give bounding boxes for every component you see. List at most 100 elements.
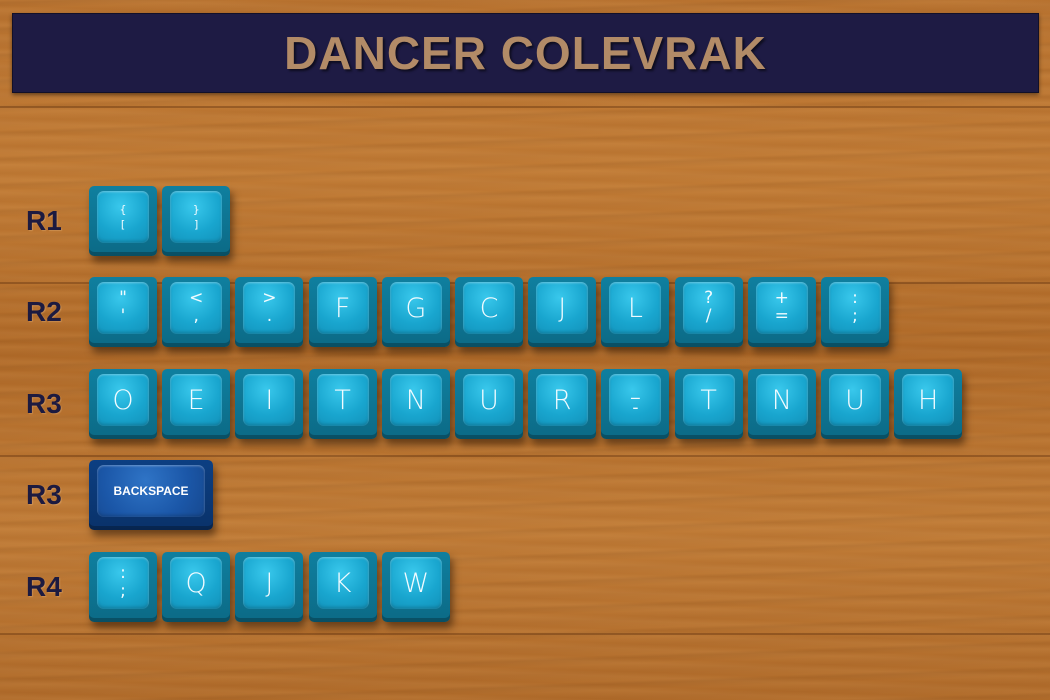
keycap-top: > .	[243, 282, 296, 334]
keycap: J	[235, 552, 304, 622]
keycap: " '	[89, 277, 157, 347]
keycap-top: { [	[97, 191, 149, 243]
keycap-legend: : ;	[852, 288, 858, 326]
keycap-top: " '	[97, 282, 149, 334]
row-label-r3: R3	[26, 388, 62, 419]
keycap: T	[674, 369, 743, 439]
page-title: DANCER COLEVRAK	[284, 27, 767, 79]
keycap-legend: F	[334, 292, 351, 324]
keycap: W	[381, 552, 450, 622]
keycap: ? /	[674, 277, 743, 347]
keycap-legend: } ]	[192, 202, 200, 231]
keycap: > .	[235, 277, 304, 347]
keycap: U	[821, 369, 889, 439]
keycap-top: U	[829, 374, 881, 426]
keycap: U	[455, 369, 523, 439]
keycap: E	[162, 369, 231, 439]
keycap-legend: R	[552, 384, 572, 416]
row-label-r1: R1	[26, 205, 62, 236]
keycap: < ,	[162, 277, 231, 347]
keycap-legend: < ,	[189, 288, 204, 326]
keycap-top: R	[536, 374, 589, 426]
keycap-top: J	[243, 557, 296, 609]
keycap-legend: T	[334, 384, 351, 416]
keycap-top: E	[170, 374, 223, 426]
keycap-legend: T	[700, 384, 717, 416]
keycap-top: O	[97, 374, 149, 426]
keycap-legend: > .	[262, 288, 277, 326]
keycap-top: : ;	[97, 557, 149, 609]
keycap: : ;	[89, 552, 157, 622]
keycap-legend: { [	[119, 202, 127, 231]
wood-plank-seam	[0, 633, 1050, 635]
keycap-legend: N	[771, 384, 792, 416]
keycap-top: J	[536, 282, 589, 334]
keycap-top: H	[902, 374, 955, 426]
keycap-top: T	[316, 374, 369, 426]
keycap-top: BACKSPACE	[97, 465, 205, 517]
keycap-top: T	[682, 374, 735, 426]
keycap-legend: C	[479, 292, 499, 324]
keycap-legend: W	[402, 567, 430, 599]
wood-plank-seam	[0, 282, 1050, 284]
keycap-legend: + =	[774, 288, 789, 326]
keycap: O	[89, 369, 157, 439]
keycap-legend: L	[627, 292, 643, 324]
keycap-top: + =	[755, 282, 808, 334]
keycap: C	[455, 277, 523, 347]
keycap-top: < ,	[170, 282, 223, 334]
keycap-top: : ;	[829, 282, 881, 334]
keycap: J	[528, 277, 597, 347]
keycap: { [	[89, 186, 157, 256]
keycap-legend: I	[265, 384, 274, 416]
keycap-legend: K	[333, 567, 352, 599]
keycap-top: G	[389, 282, 442, 334]
keycap-top: F	[316, 282, 369, 334]
keycap: : ;	[821, 277, 889, 347]
keycap: } ]	[162, 186, 231, 256]
keycap: N	[747, 369, 816, 439]
keycap: L	[601, 277, 670, 347]
keycap-top: W	[389, 557, 442, 609]
row-label-r2: R2	[26, 296, 62, 327]
keycap-legend: E	[187, 384, 205, 416]
keycap-top: N	[389, 374, 442, 426]
keycap-top: C	[463, 282, 515, 334]
keycap: F	[308, 277, 377, 347]
keycap-legend: J	[558, 292, 567, 324]
keycap-top: N	[755, 374, 808, 426]
keycap-legend: BACKSPACE	[113, 484, 189, 498]
keycap: H	[894, 369, 963, 439]
wood-plank-seam	[0, 106, 1050, 108]
keycap: + =	[747, 277, 816, 347]
keycap-legend: H	[918, 384, 939, 416]
keycap-legend: O	[112, 384, 134, 416]
keycap-top: Q	[170, 557, 223, 609]
keycap-legend: : ;	[120, 563, 126, 601]
keycap: G	[381, 277, 450, 347]
keycap-legend: _ -	[631, 380, 640, 418]
keycap-legend: U	[845, 384, 865, 416]
keycap-legend: " '	[119, 288, 127, 326]
keycap: T	[308, 369, 377, 439]
keycap-top: K	[316, 557, 369, 609]
title-banner: DANCER COLEVRAK	[12, 13, 1039, 93]
keycap: N	[381, 369, 450, 439]
keycap-legend: G	[405, 292, 427, 324]
keycap: K	[308, 552, 377, 622]
wood-plank-seam	[0, 455, 1050, 457]
keycap-legend: ? /	[704, 288, 714, 326]
keycap: Q	[162, 552, 231, 622]
row-label-r3: R3	[26, 479, 62, 510]
keycap-legend: Q	[185, 567, 207, 599]
keycap-top: I	[243, 374, 296, 426]
keycap: _ -	[601, 369, 670, 439]
keycap-top: } ]	[170, 191, 223, 243]
keycap: R	[528, 369, 597, 439]
keycap-top: _ -	[609, 374, 662, 426]
keycap-top: ? /	[682, 282, 735, 334]
keycap-top: L	[609, 282, 662, 334]
keycap: BACKSPACE	[89, 460, 213, 530]
keycap: I	[235, 369, 304, 439]
keycap-top: U	[463, 374, 515, 426]
